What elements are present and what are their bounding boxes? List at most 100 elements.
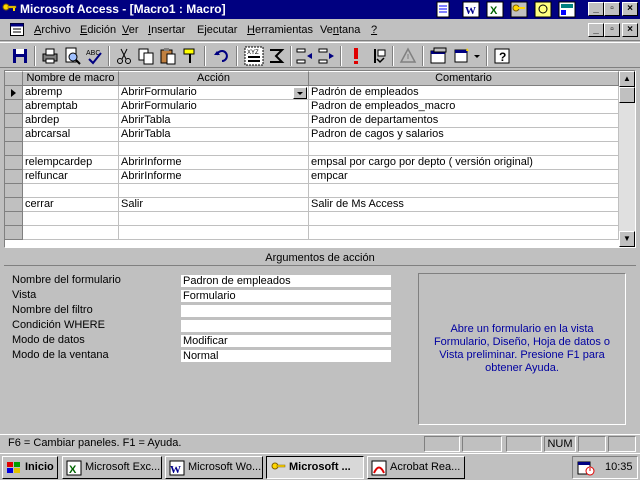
comment-cell[interactable]: empsal por cargo por depto ( versión ori… bbox=[309, 156, 619, 170]
run-icon[interactable] bbox=[346, 46, 366, 66]
action-cell[interactable] bbox=[119, 142, 309, 156]
comment-cell[interactable] bbox=[309, 212, 619, 226]
macro-name-cell[interactable]: abrcarsal bbox=[23, 128, 119, 142]
scheduler-tray-icon[interactable] bbox=[577, 459, 595, 476]
action-cell[interactable]: Salir bbox=[119, 198, 309, 212]
taskbar-button-excel[interactable]: X Microsoft Exc... bbox=[62, 456, 162, 479]
print-preview-icon[interactable] bbox=[62, 46, 82, 66]
taskbar-button-acrobat[interactable]: Acrobat Rea... bbox=[367, 456, 465, 479]
macro-name-cell[interactable]: abremp bbox=[23, 86, 119, 100]
action-cell[interactable]: AbrirTabla bbox=[119, 128, 309, 142]
menu-herramientas[interactable]: Herramientas bbox=[247, 24, 313, 36]
scroll-up-button[interactable]: ▲ bbox=[619, 71, 635, 87]
doc-close-button[interactable]: × bbox=[622, 23, 638, 37]
macro-name-cell[interactable]: cerrar bbox=[23, 198, 119, 212]
scroll-thumb[interactable] bbox=[619, 87, 635, 103]
macro-name-cell[interactable] bbox=[23, 226, 119, 240]
menu-ver[interactable]: Ver bbox=[122, 24, 139, 36]
column-header-comment[interactable]: Comentario bbox=[309, 71, 619, 86]
taskbar-button-word[interactable]: W Microsoft Wo... bbox=[165, 456, 263, 479]
row-selector[interactable] bbox=[5, 212, 23, 226]
single-step-icon[interactable] bbox=[368, 46, 388, 66]
action-cell[interactable] bbox=[119, 226, 309, 240]
paste-icon[interactable] bbox=[158, 46, 178, 66]
menu-ayuda[interactable]: ? bbox=[371, 24, 377, 36]
macro-name-cell[interactable]: abrdep bbox=[23, 114, 119, 128]
minimize-button[interactable]: _ bbox=[588, 2, 604, 16]
spelling-icon[interactable]: ABC bbox=[84, 46, 104, 66]
macro-name-cell[interactable] bbox=[23, 142, 119, 156]
row-selector[interactable] bbox=[5, 156, 23, 170]
delete-rows-icon[interactable] bbox=[316, 46, 336, 66]
macro-name-cell[interactable]: abremptab bbox=[23, 100, 119, 114]
menu-ventana[interactable]: Ventana bbox=[320, 24, 360, 36]
action-dropdown-button[interactable] bbox=[293, 87, 307, 99]
scroll-down-button[interactable]: ▼ bbox=[619, 231, 635, 247]
action-cell[interactable]: AbrirInforme bbox=[119, 170, 309, 184]
database-window-icon[interactable] bbox=[428, 46, 448, 66]
build-icon[interactable] bbox=[398, 46, 418, 66]
row-selector[interactable] bbox=[5, 128, 23, 142]
help-icon[interactable]: ? bbox=[492, 46, 512, 66]
argument-value-field[interactable]: Modificar bbox=[180, 334, 392, 348]
macro-name-cell[interactable]: relfuncar bbox=[23, 170, 119, 184]
undo-icon[interactable] bbox=[212, 46, 232, 66]
macro-names-icon[interactable]: XYZ bbox=[244, 46, 264, 66]
argument-value-field[interactable] bbox=[180, 319, 392, 333]
row-selector[interactable] bbox=[5, 226, 23, 240]
row-selector[interactable] bbox=[5, 114, 23, 128]
cut-icon[interactable] bbox=[114, 46, 134, 66]
argument-value-field[interactable]: Formulario bbox=[180, 289, 392, 303]
comment-cell[interactable] bbox=[309, 226, 619, 240]
doc-minimize-button[interactable]: _ bbox=[588, 23, 604, 37]
comment-cell[interactable]: Padron de empleados_macro bbox=[309, 100, 619, 114]
row-selector[interactable] bbox=[5, 86, 23, 100]
access-shortcut-icon[interactable] bbox=[510, 1, 528, 18]
conditions-icon[interactable] bbox=[266, 46, 286, 66]
column-header-macro-name[interactable]: Nombre de macro bbox=[23, 71, 119, 86]
doc-restore-button[interactable]: ▫ bbox=[604, 23, 620, 37]
comment-cell[interactable]: Salir de Ms Access bbox=[309, 198, 619, 212]
save-icon[interactable] bbox=[10, 46, 30, 66]
argument-value-field[interactable] bbox=[180, 304, 392, 318]
clock[interactable]: 10:35 bbox=[605, 461, 633, 473]
grid-corner[interactable] bbox=[5, 71, 23, 86]
print-icon[interactable] bbox=[40, 46, 60, 66]
comment-cell[interactable] bbox=[309, 142, 619, 156]
argument-value-field[interactable]: Normal bbox=[180, 349, 392, 363]
macro-document-icon[interactable] bbox=[10, 23, 24, 36]
row-selector[interactable] bbox=[5, 170, 23, 184]
comment-cell[interactable]: Padrón de empleados bbox=[309, 86, 619, 100]
comment-cell[interactable]: Padron de cagos y salarios bbox=[309, 128, 619, 142]
copy-icon[interactable] bbox=[136, 46, 156, 66]
macro-name-cell[interactable] bbox=[23, 184, 119, 198]
comment-cell[interactable]: empcar bbox=[309, 170, 619, 184]
notepad-icon[interactable] bbox=[434, 1, 452, 18]
menu-insertar[interactable]: Insertar bbox=[148, 24, 185, 36]
action-cell[interactable] bbox=[119, 212, 309, 226]
action-cell[interactable]: AbrirFormulario bbox=[119, 86, 309, 100]
format-painter-icon[interactable] bbox=[180, 46, 200, 66]
action-cell[interactable] bbox=[119, 184, 309, 198]
action-cell[interactable]: AbrirFormulario bbox=[119, 100, 309, 114]
grid-vertical-scrollbar[interactable]: ▲ ▼ bbox=[619, 71, 635, 247]
menu-edicion[interactable]: Edición bbox=[80, 24, 116, 36]
menu-ejecutar[interactable]: Ejecutar bbox=[197, 24, 237, 36]
column-header-action[interactable]: Acción bbox=[119, 71, 309, 86]
schedule-shortcut-icon[interactable] bbox=[558, 1, 576, 18]
word-shortcut-icon[interactable]: W bbox=[462, 1, 480, 18]
chevron-down-icon[interactable] bbox=[472, 46, 482, 66]
binder-shortcut-icon[interactable] bbox=[534, 1, 552, 18]
macro-name-cell[interactable] bbox=[23, 212, 119, 226]
close-button[interactable]: × bbox=[622, 2, 638, 16]
insert-rows-icon[interactable] bbox=[294, 46, 314, 66]
row-selector[interactable] bbox=[5, 198, 23, 212]
maximize-button[interactable]: ▫ bbox=[604, 2, 620, 16]
new-object-icon[interactable] bbox=[452, 46, 472, 66]
action-cell[interactable]: AbrirTabla bbox=[119, 114, 309, 128]
macro-name-cell[interactable]: relempcardep bbox=[23, 156, 119, 170]
comment-cell[interactable] bbox=[309, 184, 619, 198]
excel-shortcut-icon[interactable]: X bbox=[486, 1, 504, 18]
start-button[interactable]: Inicio bbox=[2, 456, 58, 479]
taskbar-button-access[interactable]: Microsoft ... bbox=[266, 456, 364, 479]
